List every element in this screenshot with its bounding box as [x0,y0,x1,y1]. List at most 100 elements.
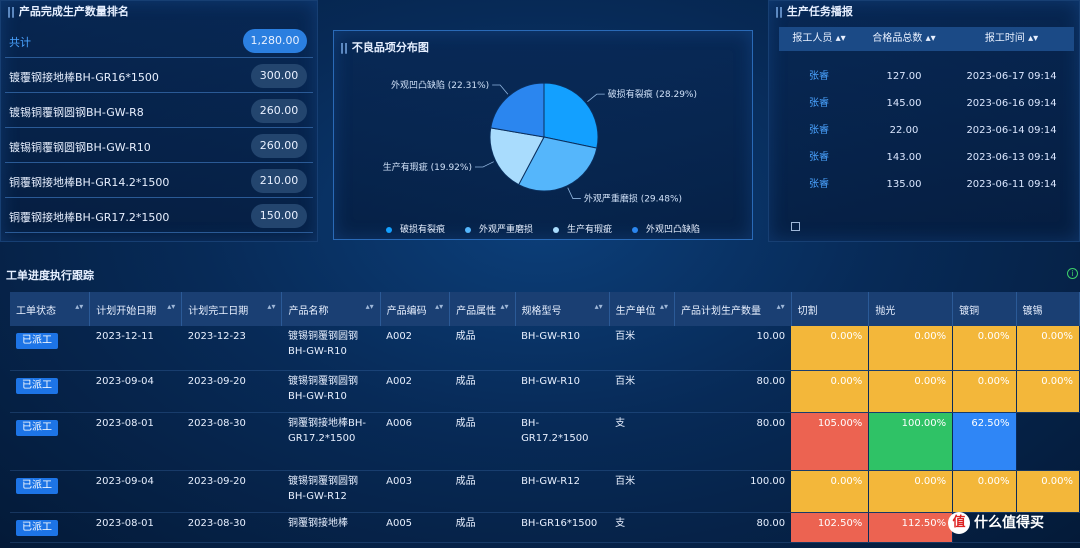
report-person: 张睿 [809,125,829,136]
report-expand-icon[interactable] [791,222,800,231]
report-header: 报工人员 ▴▾ 合格品总数 ▴▾ 报工时间 ▴▾ [779,27,1074,51]
workorder-header-cell[interactable]: 产品计划生产数量 ▴▾ [674,292,792,326]
report-row[interactable]: 张睿 135.00 2023-06-11 09:14 [779,171,1074,198]
workorder-header-cell[interactable]: 抛光 [868,292,954,326]
workorder-row[interactable]: 已派工 2023-08-01 2023-08-30 铜覆钢接地棒BH-GR17.2*1… [10,412,1080,471]
workorder-cell-end: 2023-08-30 [181,512,282,543]
workorder-header-cell[interactable]: 产品属性 ▴▾ [449,292,516,326]
workorder-cell-tin: 0.00% [1016,470,1080,513]
ranking-row[interactable]: 铜覆钢接地棒BH-GR17.2*1500 150.00 [5,200,313,233]
workorder-cell-status[interactable]: 已派工 [10,512,90,543]
workorder-header-cell[interactable]: 切割 [791,292,870,326]
workorder-cell-attr: 成品 [449,370,516,413]
pie-slice-label: 生产有瑕疵 (19.92%) [383,161,472,173]
workorder-header-row: 工单状态 ▴▾ 计划开始日期 ▴▾ 计划完工日期 ▴▾ 产品名称 ▴▾ 产品编码 ▴▾ 产品属性 ▴▾… [10,292,1080,326]
workorder-cell-attr: 成品 [449,326,516,371]
status-button[interactable]: 已派工 [16,419,58,436]
workorder-cell-code: A003 [380,470,450,513]
report-count: 127.00 [886,71,922,82]
report-count: 22.00 [889,125,919,136]
report-header-time[interactable]: 报工时间 ▴▾ [949,27,1074,51]
workorder-cell-status[interactable]: 已派工 [10,470,90,513]
workorder-cell-cut: 0.00% [791,470,870,513]
defect-pie-chart: 破损有裂痕 (28.29%) 外观严重磨损 (29.48%) 生产有瑕疵 (19.9… [383,79,697,205]
workorder-cell-copper: 0.00% [952,370,1017,413]
ranking-row[interactable]: 镀锡铜覆钢圆钢BH-GW-R8 260.00 [5,95,313,128]
workorder-cell-status[interactable]: 已派工 [10,326,90,371]
ranking-value: 300.00 [251,64,307,88]
workorder-cell-qty: 10.00 [674,326,792,371]
report-person: 张睿 [809,179,829,190]
workorder-cell-qty: 80.00 [674,370,792,413]
legend-item[interactable]: 生产有瑕疵 [548,225,617,235]
workorder-cell-unit: 支 [609,412,675,471]
workorder-body: 已派工 2023-12-11 2023-12-23 镀锡铜覆钢圆钢BH-GW-R10 A… [10,326,1080,543]
workorder-cell-attr: 成品 [449,412,516,471]
workorder-cell-cut: 105.00% [791,412,870,471]
workorder-cell-status[interactable]: 已派工 [10,370,90,413]
workorder-row[interactable]: 已派工 2023-09-04 2023-09-20 镀锡铜覆钢圆钢BH-GW-R12 A… [10,470,1080,513]
report-header-count[interactable]: 合格品总数 ▴▾ [859,27,949,51]
workorder-header-cell[interactable]: 镀锡 [1016,292,1080,326]
legend-swatch [464,226,471,233]
report-time: 2023-06-16 09:14 [966,98,1057,109]
ranking-row[interactable]: 镀锡铜覆钢圆钢BH-GW-R10 260.00 [5,130,313,163]
watermark-logo: 值 [948,512,970,534]
report-header-person[interactable]: 报工人员 ▴▾ [779,27,859,51]
pie-label-line [587,93,605,103]
workorder-cell-qty: 80.00 [674,512,792,543]
workorder-header-cell[interactable]: 产品名称 ▴▾ [281,292,381,326]
workorder-header-cell[interactable]: 镀铜 [952,292,1017,326]
report-row[interactable]: 张睿 145.00 2023-06-16 09:14 [779,90,1074,117]
workorder-cell-name: 铜覆钢接地棒BH-GR17.2*1500 [281,412,381,471]
workorder-cell-tin: 0.00% [1016,370,1080,413]
workorder-header-cell[interactable]: 规格型号 ▴▾ [515,292,610,326]
report-row[interactable]: 张睿 22.00 2023-06-14 09:14 [779,117,1074,144]
workorder-cell-polish: 0.00% [868,470,954,513]
report-time: 2023-06-14 09:14 [966,125,1057,136]
workorder-row[interactable]: 已派工 2023-08-01 2023-08-30 铜覆钢接地棒 A005 成品 BH-GR… [10,512,1080,543]
ranking-row[interactable]: 镀覆钢接地棒BH-GR16*1500 300.00 [5,60,313,93]
report-count: 145.00 [886,98,922,109]
legend-swatch [385,226,392,233]
report-time: 2023-06-13 09:14 [966,152,1057,163]
workorder-header-cell[interactable]: 计划开始日期 ▴▾ [89,292,183,326]
ranking-value: 1,280.00 [243,29,307,53]
workorder-row[interactable]: 已派工 2023-12-11 2023-12-23 镀锡铜覆钢圆钢BH-GW-R10 A… [10,326,1080,371]
report-row[interactable]: 张睿 143.00 2023-06-13 09:14 [779,144,1074,171]
legend-item[interactable]: 外观严重磨损 [460,225,538,235]
workorder-cell-spec: BH-GW-R12 [515,470,610,513]
workorder-cell-attr: 成品 [449,470,516,513]
workorder-cell-cut: 0.00% [791,370,870,413]
report-row[interactable]: 张睿 127.00 2023-06-17 09:14 [779,63,1074,90]
pie-legend: 破损有裂痕 外观严重磨损 生产有瑕疵 外观凹凸缺陷 [334,222,752,235]
workorder-header-cell[interactable]: 产品编码 ▴▾ [380,292,451,326]
workorder-cell-polish: 112.50% [868,512,954,543]
status-button[interactable]: 已派工 [16,377,58,394]
workorder-cell-unit: 支 [609,512,675,543]
workorder-header-cell[interactable]: 工单状态 ▴▾ [10,292,91,326]
workorder-header-cell[interactable]: 计划完工日期 ▴▾ [181,292,283,326]
workorder-cell-start: 2023-09-04 [89,470,182,513]
workorder-cell-start: 2023-09-04 [89,370,182,413]
ranking-value: 210.00 [251,169,307,193]
status-button[interactable]: 已派工 [16,333,58,349]
ranking-total-row[interactable]: 共计 1,280.00 [5,25,313,58]
workorder-cell-status[interactable]: 已派工 [10,412,90,471]
workorder-cell-spec: BH-GR17.2*1500 [515,412,610,471]
report-person: 张睿 [809,71,829,82]
workorder-row[interactable]: 已派工 2023-09-04 2023-09-20 镀锡铜覆钢圆钢BH-GW-R10 A… [10,370,1080,413]
legend-item[interactable]: 外观凹凸缺陷 [627,225,705,235]
ranking-value: 150.00 [251,204,307,228]
pie-slice[interactable] [490,82,545,138]
legend-item[interactable]: 破损有裂痕 [381,225,450,235]
status-button[interactable]: 已派工 [16,519,58,536]
info-icon[interactable]: i [1067,268,1078,279]
ranking-name: 共计 [9,36,31,49]
legend-label: 破损有裂痕 [399,225,445,235]
workorder-cell-end: 2023-08-30 [181,412,282,471]
status-button[interactable]: 已派工 [16,477,58,494]
workorder-cell-code: A005 [380,512,450,543]
ranking-row[interactable]: 铜覆钢接地棒BH-GR14.2*1500 210.00 [5,165,313,198]
workorder-header-cell[interactable]: 生产单位 ▴▾ [609,292,676,326]
